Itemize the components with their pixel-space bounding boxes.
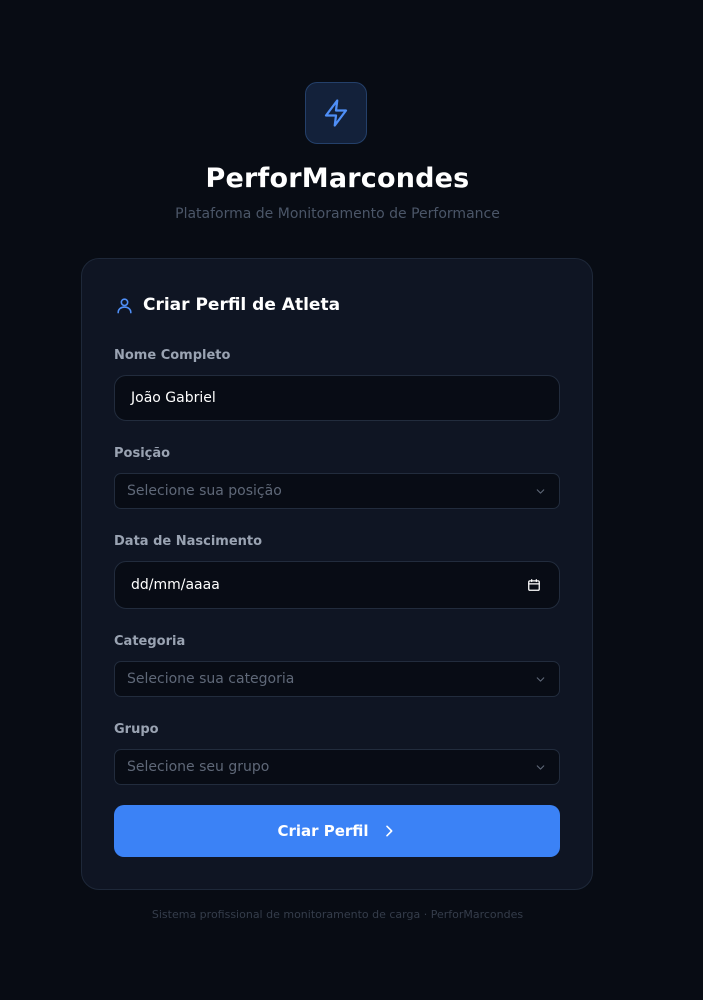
brand-title: PerforMarcondes [205, 163, 470, 194]
lightning-bolt-icon [324, 99, 348, 127]
category-select-placeholder: Selecione sua categoria [127, 671, 295, 687]
user-icon [117, 297, 132, 313]
group-select[interactable]: Selecione seu grupo [114, 749, 560, 785]
category-label: Categoria [114, 634, 186, 649]
app-logo [305, 82, 367, 144]
card-header: Criar Perfil de Atleta [115, 295, 340, 315]
chevron-right-icon [385, 825, 393, 837]
position-label: Posição [114, 446, 171, 461]
chevron-down-icon [536, 488, 545, 494]
birthdate-label: Data de Nascimento [114, 534, 263, 549]
create-profile-button[interactable]: Criar Perfil [114, 805, 560, 857]
position-select-placeholder: Selecione sua posição [127, 483, 282, 499]
name-input-value: João Gabriel [131, 390, 216, 406]
category-select[interactable]: Selecione sua categoria [114, 661, 560, 697]
birthdate-placeholder: dd/mm/aaaa [131, 577, 220, 593]
name-input[interactable]: João Gabriel [114, 375, 560, 421]
chevron-down-icon [536, 676, 545, 682]
card-title: Criar Perfil de Atleta [143, 295, 341, 315]
position-select[interactable]: Selecione sua posição [114, 473, 560, 509]
chevron-down-icon [536, 764, 545, 770]
profile-form-card: Criar Perfil de Atleta Nome Completo Joã… [81, 258, 593, 890]
name-label: Nome Completo [114, 348, 231, 363]
group-label: Grupo [114, 722, 159, 737]
brand-tagline: Plataforma de Monitoramento de Performan… [175, 206, 500, 222]
create-profile-page: PerforMarcondes Plataforma de Monitorame… [0, 0, 703, 1000]
footer-text: Sistema profissional de monitoramento de… [151, 908, 524, 921]
group-select-placeholder: Selecione seu grupo [127, 759, 270, 775]
birthdate-input[interactable]: dd/mm/aaaa [114, 561, 560, 609]
create-profile-button-label: Criar Perfil [277, 822, 369, 840]
calendar-icon[interactable] [527, 578, 541, 592]
